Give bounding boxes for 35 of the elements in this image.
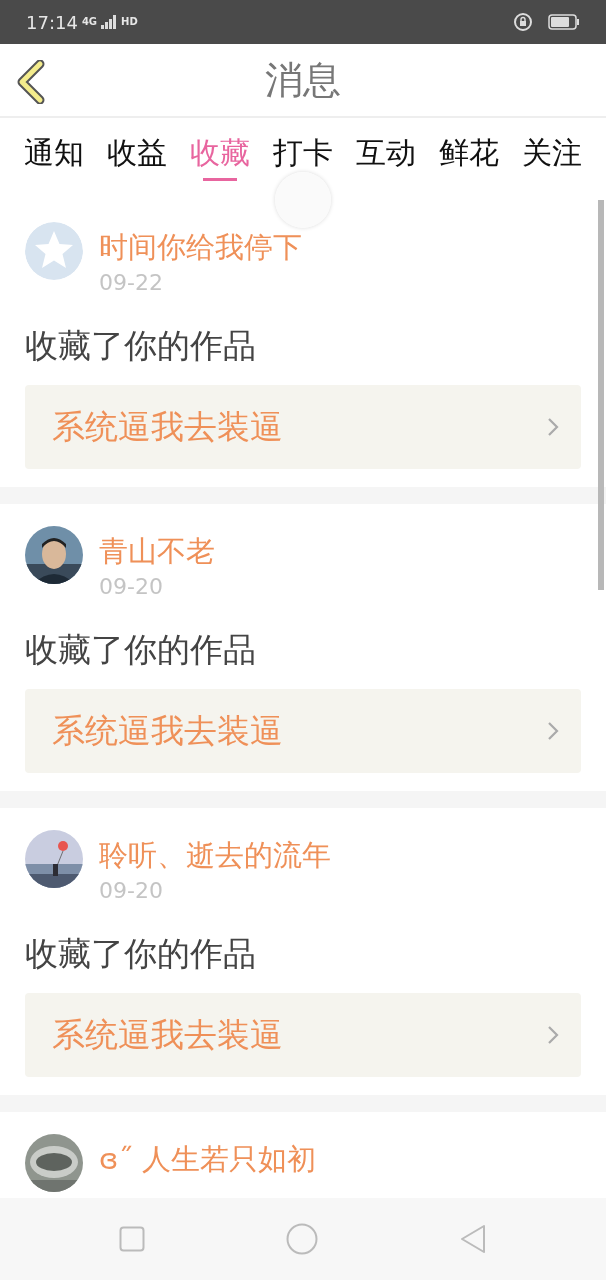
chevron-right-icon (547, 721, 559, 741)
tab[interactable]: 关注 (522, 137, 582, 168)
home-icon[interactable] (286, 1223, 318, 1255)
tab[interactable]: 收藏 (190, 137, 250, 168)
work-link[interactable]: 系统逼我去装逼 (25, 993, 581, 1077)
clock-time: 17:14 (26, 10, 78, 35)
back-button[interactable] (16, 60, 46, 104)
tab[interactable]: 通知 (24, 137, 84, 168)
chevron-right-icon (547, 417, 559, 437)
chevron-right-icon (547, 1025, 559, 1045)
message-text: 收藏了你的作品 (25, 933, 257, 975)
tab[interactable]: 互动 (356, 137, 416, 168)
signal-icon (101, 15, 118, 29)
message-date: 09-22 (99, 269, 164, 297)
user-name[interactable]: ɞ˝ 人生若只如初 (99, 1137, 316, 1181)
recent-apps-icon[interactable] (118, 1226, 145, 1252)
message-text: 收藏了你的作品 (25, 629, 257, 671)
tab[interactable]: 鲜花 (439, 137, 499, 168)
network-type: 4G (81, 17, 98, 27)
tab[interactable]: 收益 (107, 137, 167, 168)
user-name[interactable]: 时间你给我停下 (99, 225, 302, 269)
lock-icon (514, 13, 532, 31)
page-title: 消息 (265, 56, 341, 104)
user-name[interactable]: 青山不老 (99, 529, 215, 573)
tab[interactable]: 打卡 (273, 137, 333, 168)
message-date: 09-20 (99, 877, 164, 905)
work-link[interactable]: 系统逼我去装逼 (25, 689, 581, 773)
back-icon[interactable] (459, 1224, 488, 1254)
battery-icon (548, 14, 580, 30)
message-text: 收藏了你的作品 (25, 325, 257, 367)
avatar-icon (25, 222, 83, 280)
work-link[interactable]: 系统逼我去装逼 (25, 385, 581, 469)
message-date: 09-20 (99, 573, 164, 601)
user-name[interactable]: 聆听、逝去的流年 (99, 833, 331, 877)
hd-label: HD (121, 17, 138, 27)
